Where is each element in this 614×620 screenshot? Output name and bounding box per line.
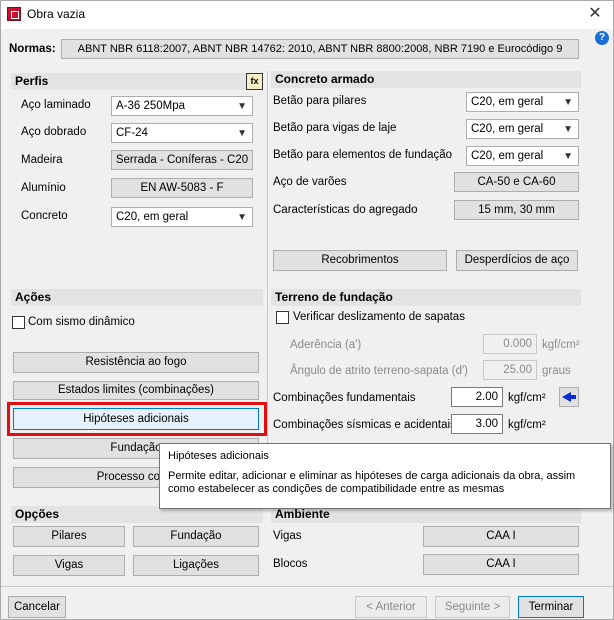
highlight-box (7, 402, 267, 436)
resistencia-fogo-button[interactable]: Resistência ao fogo (13, 352, 259, 373)
terreno-title: Terreno de fundação (275, 290, 393, 304)
acoes-header: Ações (11, 289, 263, 306)
ambiente-blocos-button[interactable]: CAA I (423, 554, 579, 575)
anterior-button[interactable]: < Anterior (355, 596, 427, 618)
terreno-header: Terreno de fundação (271, 289, 581, 306)
verificar-checkbox[interactable] (276, 311, 289, 324)
vigas-button[interactable]: Vigas (13, 555, 125, 576)
betao-pilares-label: Betão para pilares (273, 95, 367, 107)
chevron-down-icon: ▼ (563, 97, 573, 108)
desperdicios-button[interactable]: Desperdícios de aço (456, 250, 578, 271)
fx-icon[interactable]: fx (246, 73, 263, 90)
aco-laminado-select[interactable]: A-36 250Mpa ▼ (111, 96, 253, 116)
ambiente-blocos-label: Blocos (273, 558, 308, 570)
ligacoes-button[interactable]: Ligações (133, 555, 259, 576)
dialog-window: Obra vazia ✕ ? Normas: ABNT NBR 6118:200… (0, 0, 614, 620)
aco-laminado-value: A-36 250Mpa (116, 100, 186, 112)
madeira-button[interactable]: Serrada - Coníferas - C20 (111, 150, 253, 170)
chevron-down-icon: ▼ (237, 128, 247, 139)
perfis-header: Perfis (11, 73, 263, 90)
column-divider (267, 71, 268, 491)
betao-pilares-value: C20, em geral (471, 96, 544, 108)
betao-fundacao-value: C20, em geral (471, 150, 544, 162)
footer-separator (1, 586, 613, 587)
opcoes-title: Opções (15, 507, 60, 521)
chevron-down-icon: ▼ (237, 101, 247, 112)
terminar-button[interactable]: Terminar (518, 596, 584, 618)
concreto-value: C20, em geral (116, 211, 189, 223)
normas-button[interactable]: ABNT NBR 6118:2007, ABNT NBR 14762: 2010… (61, 39, 579, 59)
tooltip-body: Permite editar, adicionar e eliminar as … (168, 470, 576, 495)
aco-laminado-label: Aço laminado (21, 99, 91, 111)
tooltip: Hipóteses adicionais Permite editar, adi… (159, 443, 611, 509)
cancelar-button[interactable]: Cancelar (8, 596, 66, 618)
verificar-label: Verificar deslizamento de sapatas (293, 311, 465, 323)
normas-label: Normas: (9, 43, 56, 55)
chevron-down-icon: ▼ (237, 212, 247, 223)
pilares-button[interactable]: Pilares (13, 526, 125, 547)
aco-dobrado-select[interactable]: CF-24 ▼ (111, 123, 253, 143)
aderencia-input[interactable]: 0.000 (483, 334, 537, 354)
help-icon[interactable]: ? (595, 31, 609, 45)
comb-sism-input[interactable]: 3.00 (451, 414, 503, 434)
betao-vigas-select[interactable]: C20, em geral ▼ (466, 119, 579, 139)
aco-varoes-label: Aço de varões (273, 176, 347, 188)
aco-varoes-button[interactable]: CA-50 e CA-60 (454, 172, 579, 192)
aluminio-button[interactable]: EN AW-5083 - F (111, 178, 253, 198)
betao-fundacao-label: Betão para elementos de fundação (273, 149, 453, 161)
betao-fundacao-select[interactable]: C20, em geral ▼ (466, 146, 579, 166)
comb-fund-unit: kgf/cm² (508, 392, 546, 404)
fundacao-opcoes-button[interactable]: Fundação (133, 526, 259, 547)
sismo-checkbox[interactable] (12, 316, 25, 329)
perfis-title: Perfis (15, 74, 49, 88)
concreto-select[interactable]: C20, em geral ▼ (111, 207, 253, 227)
angulo-label: Ângulo de atrito terreno-sapata (d') (290, 365, 468, 377)
ambiente-vigas-label: Vigas (273, 530, 302, 542)
ambiente-title: Ambiente (275, 507, 330, 521)
betao-vigas-value: C20, em geral (471, 123, 544, 135)
agregado-label: Características do agregado (273, 204, 418, 216)
concreto-label: Concreto (21, 210, 68, 222)
sismo-label: Com sismo dinâmico (28, 316, 135, 328)
recobrimentos-button[interactable]: Recobrimentos (273, 250, 447, 271)
concreto-armado-title: Concreto armado (275, 72, 375, 86)
estados-limites-button[interactable]: Estados limites (combinações) (13, 381, 259, 400)
chevron-down-icon: ▼ (563, 151, 573, 162)
angulo-unit: graus (542, 365, 571, 377)
betao-pilares-select[interactable]: C20, em geral ▼ (466, 92, 579, 112)
window-title: Obra vazia (27, 7, 86, 21)
comb-sism-unit: kgf/cm² (508, 419, 546, 431)
seguinte-button[interactable]: Seguinte > (435, 596, 510, 618)
aco-dobrado-label: Aço dobrado (21, 126, 87, 138)
agregado-button[interactable]: 15 mm, 30 mm (454, 200, 579, 220)
arrow-left-icon[interactable] (559, 387, 579, 407)
aderencia-unit: kgf/cm² (542, 339, 580, 351)
madeira-label: Madeira (21, 154, 63, 166)
acoes-title: Ações (15, 290, 52, 304)
ambiente-vigas-button[interactable]: CAA I (423, 526, 579, 547)
comb-fund-input[interactable]: 2.00 (451, 387, 503, 407)
title-bar: Obra vazia ✕ (1, 1, 613, 29)
tooltip-title: Hipóteses adicionais (168, 450, 269, 462)
aluminio-label: Alumínio (21, 182, 66, 194)
aderencia-label: Aderência (a') (290, 339, 362, 351)
app-icon (7, 7, 21, 21)
comb-sism-label: Combinações sísmicas e acidentais (273, 419, 456, 431)
chevron-down-icon: ▼ (563, 124, 573, 135)
betao-vigas-label: Betão para vigas de laje (273, 122, 397, 134)
comb-fund-label: Combinações fundamentais (273, 392, 416, 404)
aco-dobrado-value: CF-24 (116, 127, 148, 139)
concreto-armado-header: Concreto armado (271, 71, 581, 88)
close-icon[interactable]: ✕ (585, 4, 605, 24)
angulo-input[interactable]: 25.00 (483, 360, 537, 380)
